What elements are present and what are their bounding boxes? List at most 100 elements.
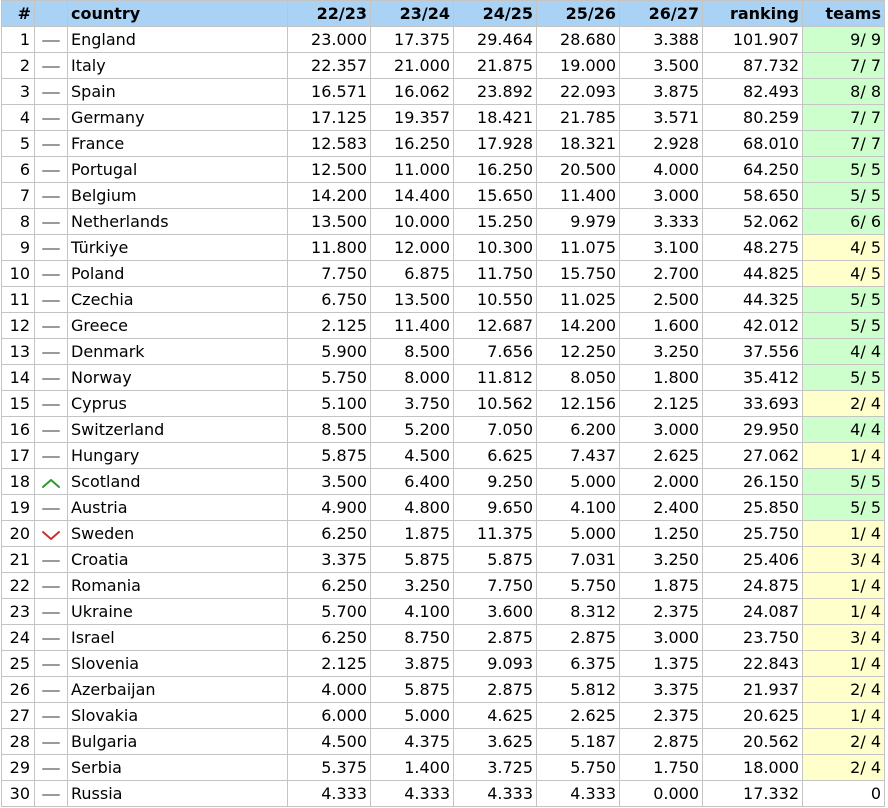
rank-cell: 29 xyxy=(1,754,35,781)
season-26-27-cell: 3.333 xyxy=(619,208,703,235)
trend-cell xyxy=(34,364,68,391)
season-22-23-cell: 13.500 xyxy=(287,208,371,235)
table-row[interactable]: 29 Serbia 5.375 1.400 3.725 5.750 1.750 18.000 2… xyxy=(1,754,885,781)
country-cell: Denmark xyxy=(67,338,288,365)
table-row[interactable]: 7 Belgium 14.200 14.400 15.650 11.400 3.000 58.… xyxy=(1,182,885,209)
rank-cell: 22 xyxy=(1,572,35,599)
rank-cell: 20 xyxy=(1,520,35,547)
season-23-24-cell: 8.500 xyxy=(370,338,454,365)
table-row[interactable]: 10 Poland 7.750 6.875 11.750 15.750 2.700 44.82… xyxy=(1,260,885,287)
table-row[interactable]: 23 Ukraine 5.700 4.100 3.600 8.312 2.375 24.087… xyxy=(1,598,885,625)
trend-same-icon xyxy=(42,637,60,640)
teams-cell: 2/ 4 xyxy=(802,754,885,781)
season-24-25-cell: 9.250 xyxy=(453,468,537,495)
table-row[interactable]: 4 Germany 17.125 19.357 18.421 21.785 3.571 80.… xyxy=(1,104,885,131)
header-country[interactable]: country xyxy=(67,0,288,27)
table-row[interactable]: 30 Russia 4.333 4.333 4.333 4.333 0.000 17.332 0 xyxy=(1,780,885,807)
trend-same-icon xyxy=(42,585,60,588)
season-26-27-cell: 2.700 xyxy=(619,260,703,287)
table-row[interactable]: 11 Czechia 6.750 13.500 10.550 11.025 2.500 44.… xyxy=(1,286,885,313)
country-cell: England xyxy=(67,26,288,53)
season-25-26-cell: 11.025 xyxy=(536,286,620,313)
season-25-26-cell: 2.875 xyxy=(536,624,620,651)
table-row[interactable]: 26 Azerbaijan 4.000 5.875 2.875 5.812 3.375 21.… xyxy=(1,676,885,703)
rank-cell: 24 xyxy=(1,624,35,651)
season-22-23-cell: 5.375 xyxy=(287,754,371,781)
season-22-23-cell: 6.250 xyxy=(287,572,371,599)
season-23-24-cell: 4.375 xyxy=(370,728,454,755)
season-23-24-cell: 13.500 xyxy=(370,286,454,313)
season-22-23-cell: 5.700 xyxy=(287,598,371,625)
season-25-26-cell: 9.979 xyxy=(536,208,620,235)
season-24-25-cell: 2.875 xyxy=(453,676,537,703)
table-row[interactable]: 18 Scotland 3.500 6.400 9.250 5.000 2.000 26.15… xyxy=(1,468,885,495)
season-26-27-cell: 2.875 xyxy=(619,728,703,755)
table-row[interactable]: 24 Israel 6.250 8.750 2.875 2.875 3.000 23.750 3… xyxy=(1,624,885,651)
season-23-24-cell: 10.000 xyxy=(370,208,454,235)
season-25-26-cell: 2.625 xyxy=(536,702,620,729)
header-season-25-26[interactable]: 25/26 xyxy=(536,0,620,27)
trend-same-icon xyxy=(42,507,60,510)
trend-cell xyxy=(34,234,68,261)
table-row[interactable]: 5 France 12.583 16.250 17.928 18.321 2.928 68.0… xyxy=(1,130,885,157)
header-teams[interactable]: teams xyxy=(802,0,885,27)
season-24-25-cell: 3.725 xyxy=(453,754,537,781)
table-row[interactable]: 16 Switzerland 8.500 5.200 7.050 6.200 3.000 29… xyxy=(1,416,885,443)
trend-cell xyxy=(34,208,68,235)
season-23-24-cell: 5.875 xyxy=(370,676,454,703)
rank-cell: 6 xyxy=(1,156,35,183)
ranking-cell: 52.062 xyxy=(702,208,803,235)
teams-cell: 1/ 4 xyxy=(802,520,885,547)
header-season-26-27[interactable]: 26/27 xyxy=(619,0,703,27)
season-26-27-cell: 1.800 xyxy=(619,364,703,391)
season-26-27-cell: 1.875 xyxy=(619,572,703,599)
season-23-24-cell: 3.250 xyxy=(370,572,454,599)
table-row[interactable]: 13 Denmark 5.900 8.500 7.656 12.250 3.250 37.55… xyxy=(1,338,885,365)
ranking-cell: 33.693 xyxy=(702,390,803,417)
season-24-25-cell: 9.650 xyxy=(453,494,537,521)
table-row[interactable]: 15 Cyprus 5.100 3.750 10.562 12.156 2.125 33.69… xyxy=(1,390,885,417)
teams-cell: 7/ 7 xyxy=(802,52,885,79)
season-23-24-cell: 5.000 xyxy=(370,702,454,729)
country-cell: Hungary xyxy=(67,442,288,469)
season-22-23-cell: 6.250 xyxy=(287,520,371,547)
table-row[interactable]: 20 Sweden 6.250 1.875 11.375 5.000 1.250 25.750… xyxy=(1,520,885,547)
table-row[interactable]: 22 Romania 6.250 3.250 7.750 5.750 1.875 24.875… xyxy=(1,572,885,599)
header-season-22-23[interactable]: 22/23 xyxy=(287,0,371,27)
table-row[interactable]: 27 Slovakia 6.000 5.000 4.625 2.625 2.375 20.62… xyxy=(1,702,885,729)
table-row[interactable]: 17 Hungary 5.875 4.500 6.625 7.437 2.625 27.062… xyxy=(1,442,885,469)
header-rank[interactable]: # xyxy=(1,0,35,27)
season-24-25-cell: 10.300 xyxy=(453,234,537,261)
season-25-26-cell: 4.100 xyxy=(536,494,620,521)
table-row[interactable]: 6 Portugal 12.500 11.000 16.250 20.500 4.000 64… xyxy=(1,156,885,183)
table-row[interactable]: 28 Bulgaria 4.500 4.375 3.625 5.187 2.875 20.56… xyxy=(1,728,885,755)
teams-cell: 1/ 4 xyxy=(802,650,885,677)
table-row[interactable]: 21 Croatia 3.375 5.875 5.875 7.031 3.250 25.406… xyxy=(1,546,885,573)
country-cell: France xyxy=(67,130,288,157)
country-cell: Sweden xyxy=(67,520,288,547)
season-26-27-cell: 2.000 xyxy=(619,468,703,495)
table-row[interactable]: 14 Norway 5.750 8.000 11.812 8.050 1.800 35.412… xyxy=(1,364,885,391)
rank-cell: 8 xyxy=(1,208,35,235)
season-22-23-cell: 11.800 xyxy=(287,234,371,261)
header-ranking[interactable]: ranking xyxy=(702,0,803,27)
country-cell: Scotland xyxy=(67,468,288,495)
table-row[interactable]: 2 Italy 22.357 21.000 21.875 19.000 3.500 87.73… xyxy=(1,52,885,79)
trend-same-icon xyxy=(42,65,60,68)
table-row[interactable]: 8 Netherlands 13.500 10.000 15.250 9.979 3.333… xyxy=(1,208,885,235)
country-cell: Türkiye xyxy=(67,234,288,261)
table-row[interactable]: 19 Austria 4.900 4.800 9.650 4.100 2.400 25.850… xyxy=(1,494,885,521)
header-season-24-25[interactable]: 24/25 xyxy=(453,0,537,27)
season-23-24-cell: 3.750 xyxy=(370,390,454,417)
season-23-24-cell: 6.400 xyxy=(370,468,454,495)
table-row[interactable]: 1 England 23.000 17.375 29.464 28.680 3.388 101… xyxy=(1,26,885,53)
trend-cell xyxy=(34,78,68,105)
country-cell: Portugal xyxy=(67,156,288,183)
season-22-23-cell: 5.900 xyxy=(287,338,371,365)
country-cell: Slovenia xyxy=(67,650,288,677)
table-row[interactable]: 25 Slovenia 2.125 3.875 9.093 6.375 1.375 22.84… xyxy=(1,650,885,677)
header-season-23-24[interactable]: 23/24 xyxy=(370,0,454,27)
table-row[interactable]: 12 Greece 2.125 11.400 12.687 14.200 1.600 42.0… xyxy=(1,312,885,339)
table-row[interactable]: 3 Spain 16.571 16.062 23.892 22.093 3.875 82.49… xyxy=(1,78,885,105)
table-row[interactable]: 9 Türkiye 11.800 12.000 10.300 11.075 3.100 48.… xyxy=(1,234,885,261)
